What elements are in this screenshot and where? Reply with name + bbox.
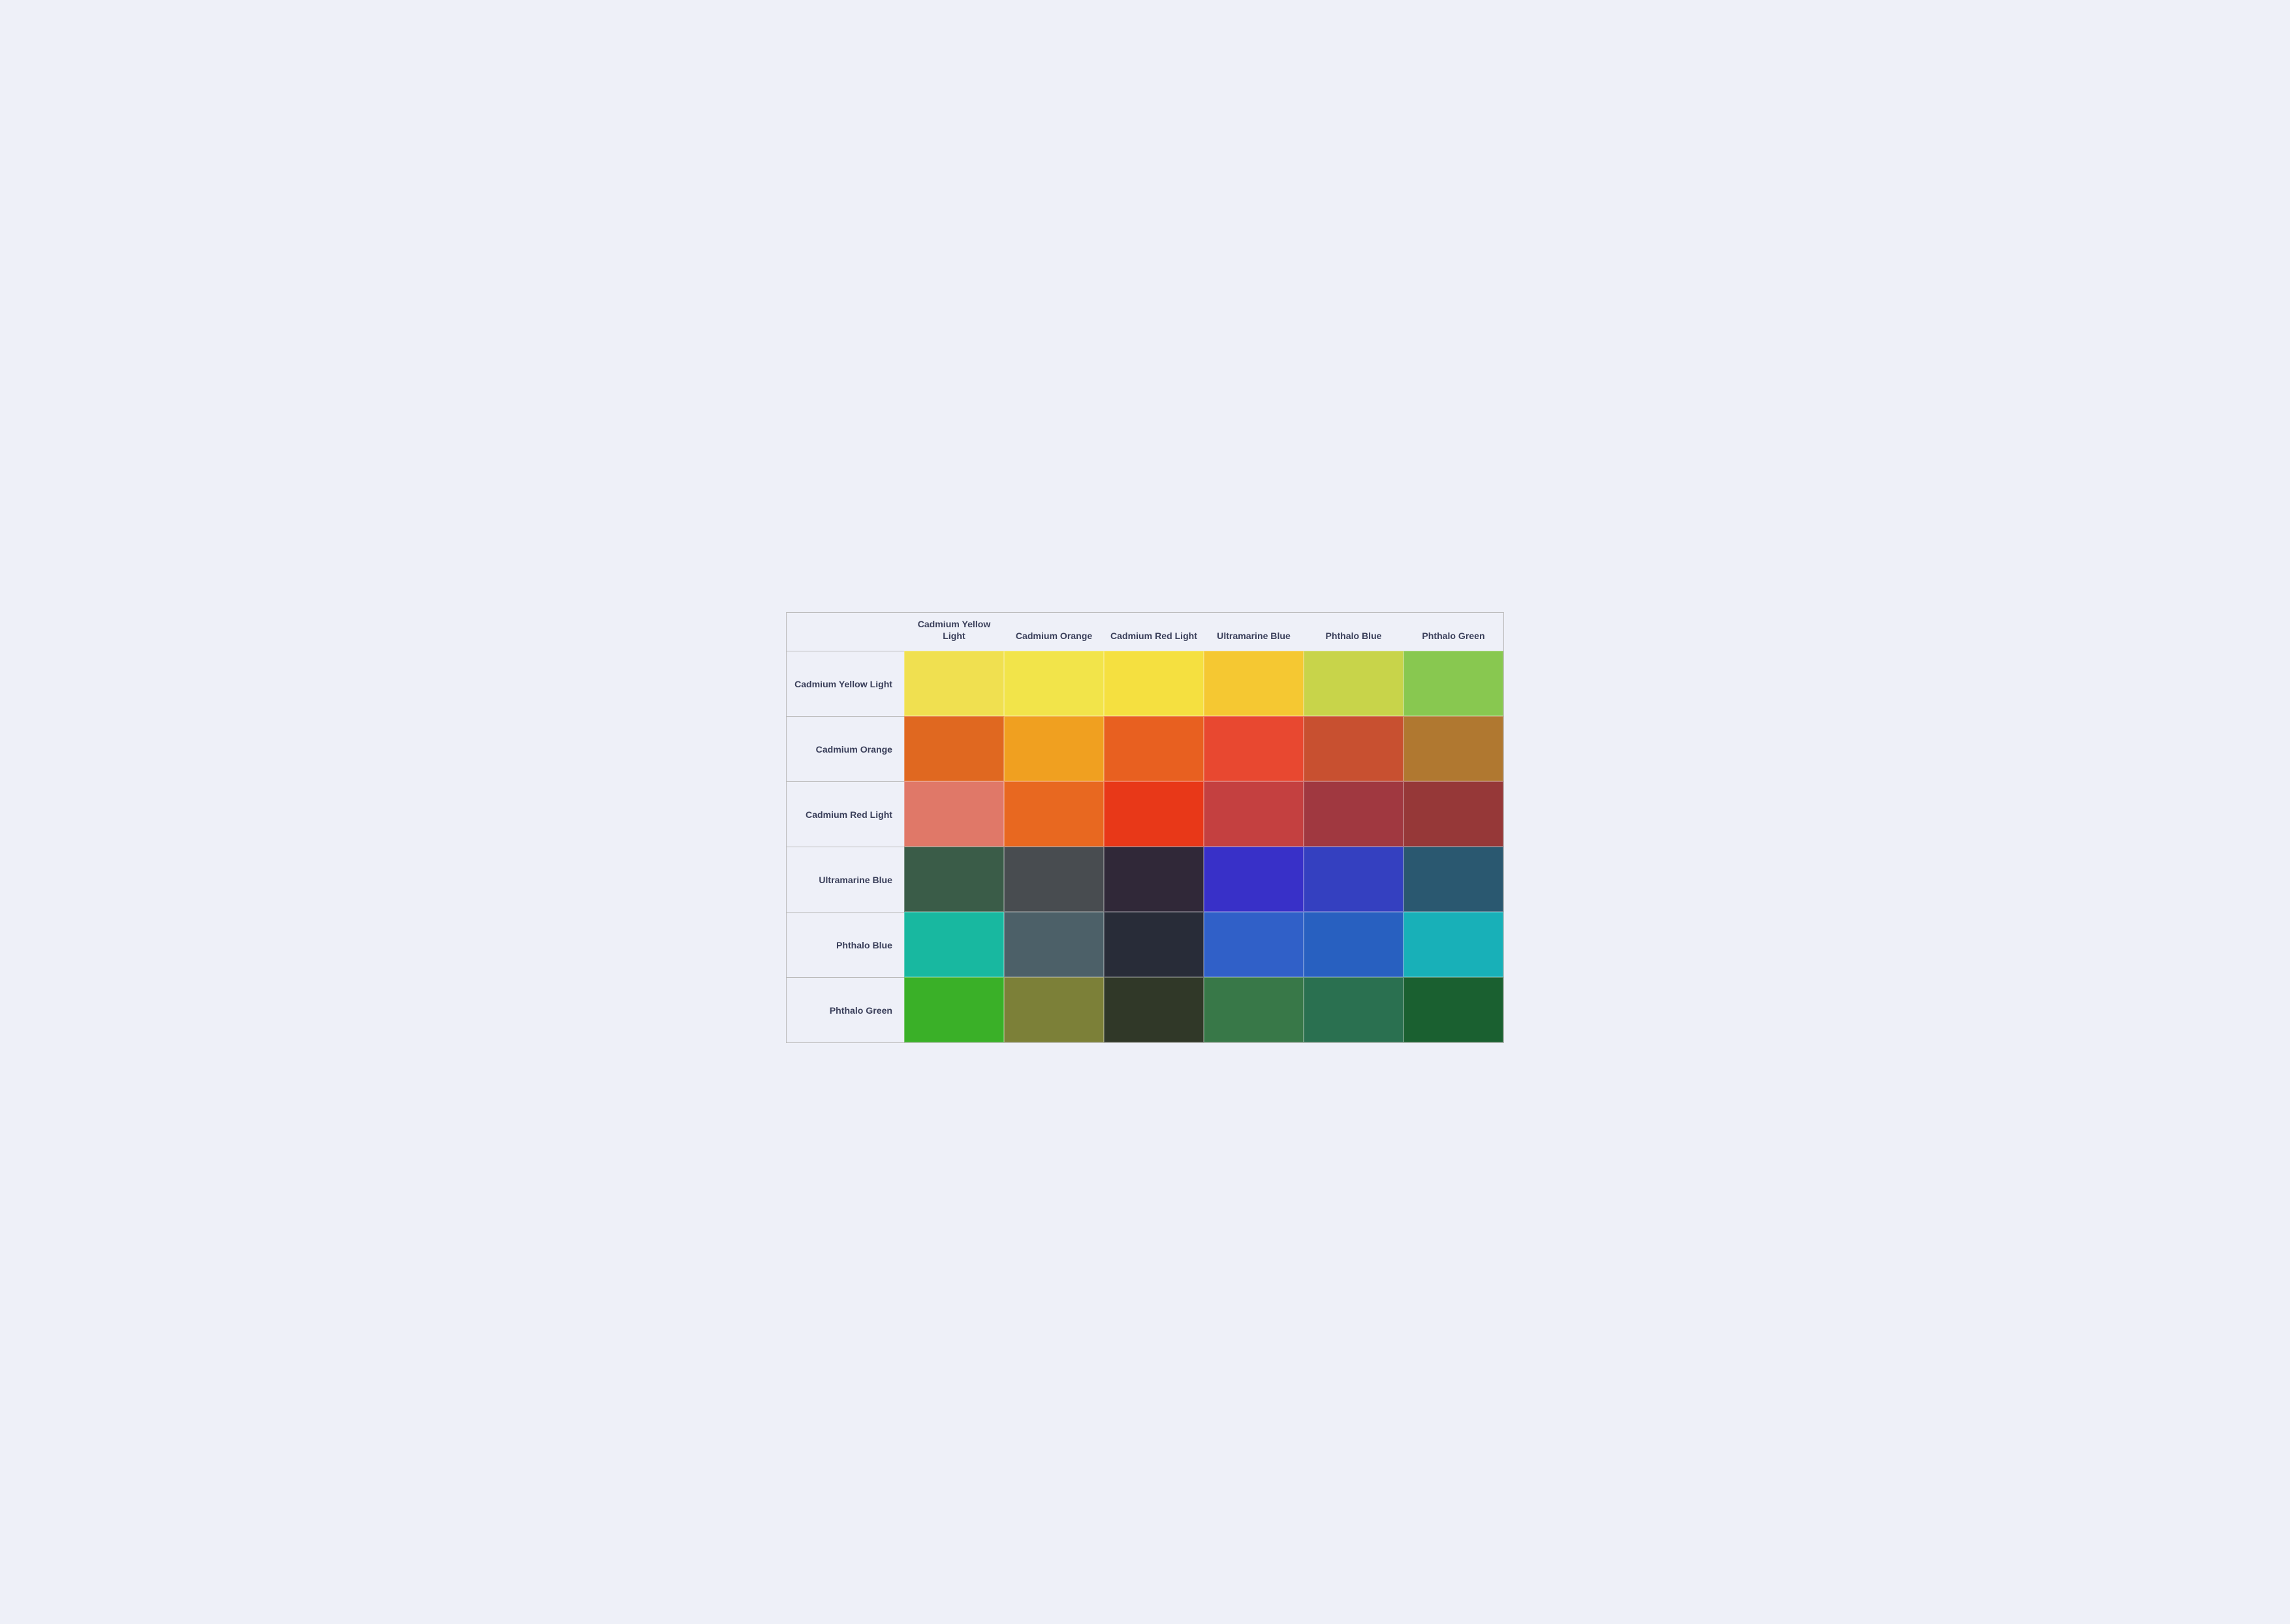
col-header-3: Ultramarine Blue bbox=[1204, 613, 1304, 651]
color-cell-1-3 bbox=[1204, 716, 1304, 781]
color-cell-5-0 bbox=[904, 977, 1004, 1042]
color-cell-4-3 bbox=[1204, 912, 1304, 977]
row-header-4: Phthalo Blue bbox=[787, 912, 904, 977]
color-grid: Cadmium Yellow LightCadmium OrangeCadmiu… bbox=[786, 612, 1504, 1044]
color-cell-2-4 bbox=[1304, 781, 1404, 847]
col-header-4: Phthalo Blue bbox=[1304, 613, 1404, 651]
color-cell-1-1 bbox=[1004, 716, 1104, 781]
row-header-1: Cadmium Orange bbox=[787, 716, 904, 781]
col-header-0: Cadmium Yellow Light bbox=[904, 613, 1004, 651]
color-cell-2-2 bbox=[1104, 781, 1204, 847]
grid-corner bbox=[787, 613, 904, 651]
color-cell-1-5 bbox=[1404, 716, 1503, 781]
main-container: Cadmium Yellow LightCadmium OrangeCadmiu… bbox=[786, 581, 1504, 1044]
color-cell-3-3 bbox=[1204, 847, 1304, 912]
color-cell-0-3 bbox=[1204, 651, 1304, 716]
color-cell-2-1 bbox=[1004, 781, 1104, 847]
color-cell-3-2 bbox=[1104, 847, 1204, 912]
color-cell-0-5 bbox=[1404, 651, 1503, 716]
color-cell-4-0 bbox=[904, 912, 1004, 977]
color-cell-5-5 bbox=[1404, 977, 1503, 1042]
color-cell-1-0 bbox=[904, 716, 1004, 781]
col-header-5: Phthalo Green bbox=[1404, 613, 1503, 651]
color-cell-1-2 bbox=[1104, 716, 1204, 781]
color-cell-5-1 bbox=[1004, 977, 1104, 1042]
color-cell-0-1 bbox=[1004, 651, 1104, 716]
color-cell-3-1 bbox=[1004, 847, 1104, 912]
col-header-1: Cadmium Orange bbox=[1004, 613, 1104, 651]
color-cell-5-3 bbox=[1204, 977, 1304, 1042]
color-cell-0-0 bbox=[904, 651, 1004, 716]
color-cell-5-2 bbox=[1104, 977, 1204, 1042]
color-cell-4-5 bbox=[1404, 912, 1503, 977]
row-header-3: Ultramarine Blue bbox=[787, 847, 904, 912]
color-cell-3-0 bbox=[904, 847, 1004, 912]
color-cell-4-4 bbox=[1304, 912, 1404, 977]
color-cell-2-5 bbox=[1404, 781, 1503, 847]
color-cell-3-4 bbox=[1304, 847, 1404, 912]
color-cell-2-0 bbox=[904, 781, 1004, 847]
color-cell-4-1 bbox=[1004, 912, 1104, 977]
col-header-2: Cadmium Red Light bbox=[1104, 613, 1204, 651]
row-header-5: Phthalo Green bbox=[787, 977, 904, 1042]
row-header-2: Cadmium Red Light bbox=[787, 781, 904, 847]
color-cell-4-2 bbox=[1104, 912, 1204, 977]
color-cell-2-3 bbox=[1204, 781, 1304, 847]
row-header-0: Cadmium Yellow Light bbox=[787, 651, 904, 716]
color-cell-0-2 bbox=[1104, 651, 1204, 716]
color-cell-1-4 bbox=[1304, 716, 1404, 781]
color-cell-5-4 bbox=[1304, 977, 1404, 1042]
color-cell-3-5 bbox=[1404, 847, 1503, 912]
color-cell-0-4 bbox=[1304, 651, 1404, 716]
